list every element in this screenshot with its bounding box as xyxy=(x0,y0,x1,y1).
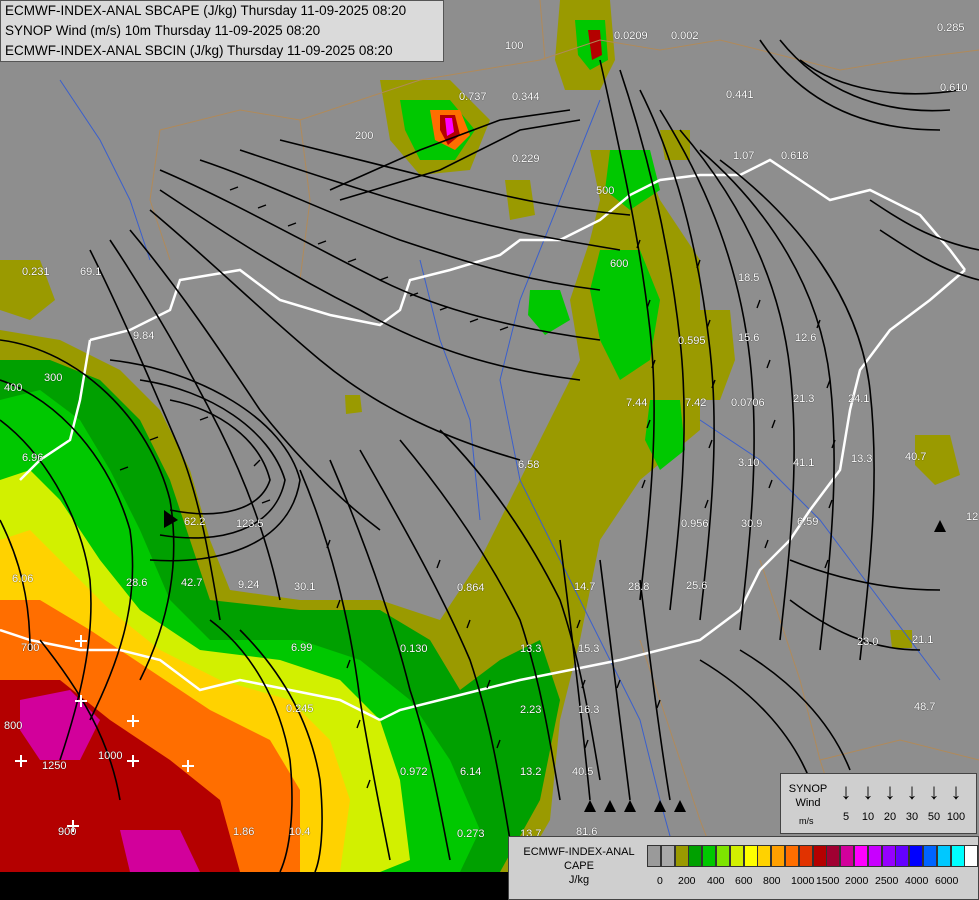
cape-color-swatch xyxy=(798,845,813,867)
cape-color-swatch xyxy=(771,845,786,867)
cape-legend-title-line2: CAPE xyxy=(564,860,594,872)
cape-color-swatch xyxy=(936,845,951,867)
synop-wind-legend: SYNOP Wind m/s ↓ ↓ ↓ ↓ ↓ ↓ 5 10 20 30 50… xyxy=(780,773,977,834)
synop-legend-value: 100 xyxy=(946,811,966,823)
cape-color-swatch xyxy=(757,845,772,867)
cape-color-swatch xyxy=(660,845,675,867)
cape-color-swatch xyxy=(743,845,758,867)
cape-tick-label: 1500 xyxy=(816,875,840,887)
map-canvas xyxy=(0,0,979,900)
cape-tick-label: 6000 xyxy=(935,875,959,887)
synop-legend-title-line2: Wind xyxy=(795,797,821,809)
weather-map: 0.285 0.610 0.0209 0.002 0.737 0.344 0.229 0.44… xyxy=(0,0,979,900)
cape-color-swatch xyxy=(785,845,799,867)
down-arrow-icon: ↓ xyxy=(906,779,918,804)
down-arrow-icon: ↓ xyxy=(884,779,896,804)
cape-color-swatch xyxy=(647,845,661,867)
synop-legend-value: 5 xyxy=(842,811,850,823)
cape-tick-label: 800 xyxy=(763,875,781,887)
cape-color-swatch xyxy=(674,845,689,867)
cape-legend-title-line1: ECMWF-INDEX-ANAL xyxy=(523,846,635,858)
synop-legend-value: 50 xyxy=(927,811,941,823)
synop-legend-title: SYNOP Wind xyxy=(787,782,829,810)
synop-legend-title-line1: SYNOP xyxy=(788,783,828,795)
cape-color-swatch xyxy=(923,845,937,867)
cape-color-swatch xyxy=(950,845,965,867)
down-arrow-icon: ↓ xyxy=(928,779,940,804)
cape-tick-label: 1000 xyxy=(791,875,815,887)
cape-color-swatch xyxy=(964,845,979,867)
cape-color-swatch xyxy=(909,845,924,867)
synop-legend-unit: m/s xyxy=(799,816,814,826)
synop-legend-value: 30 xyxy=(905,811,919,823)
synop-legend-value: 20 xyxy=(883,811,897,823)
cape-color-swatch xyxy=(826,845,841,867)
title-synop-wind: SYNOP Wind (m/s) 10m Thursday 11-09-2025… xyxy=(5,23,321,38)
cape-color-swatch xyxy=(729,845,744,867)
down-arrow-icon: ↓ xyxy=(862,779,874,804)
cape-tick-label: 0 xyxy=(657,875,663,887)
map-title-box: ECMWF-INDEX-ANAL SBCAPE (J/kg) Thursday … xyxy=(0,0,444,62)
cape-color-swatch xyxy=(881,845,896,867)
cape-color-swatch xyxy=(702,845,717,867)
cape-legend-unit: J/kg xyxy=(568,874,590,886)
title-sbcape: ECMWF-INDEX-ANAL SBCAPE (J/kg) Thursday … xyxy=(5,3,407,18)
cape-color-swatch xyxy=(688,845,703,867)
cape-color-swatch xyxy=(854,845,868,867)
cape-color-swatch xyxy=(716,845,730,867)
cape-color-swatch xyxy=(895,845,910,867)
cape-color-swatch xyxy=(867,845,882,867)
down-arrow-icon: ↓ xyxy=(950,779,962,804)
synop-legend-value: 10 xyxy=(861,811,875,823)
cape-color-swatch xyxy=(840,845,855,867)
cape-tick-label: 4000 xyxy=(905,875,929,887)
title-sbcin: ECMWF-INDEX-ANAL SBCIN (J/kg) Thursday 1… xyxy=(5,43,393,58)
cape-legend-title: ECMWF-INDEX-ANAL CAPE J/kg xyxy=(515,845,643,887)
cape-tick-label: 400 xyxy=(707,875,725,887)
cape-tick-label: 2000 xyxy=(845,875,869,887)
down-arrow-icon: ↓ xyxy=(840,779,852,804)
cape-color-legend: ECMWF-INDEX-ANAL CAPE J/kg 0 200 400 600 800… xyxy=(508,836,979,900)
cape-color-swatch xyxy=(812,845,827,867)
cape-tick-label: 200 xyxy=(678,875,696,887)
cape-tick-label: 600 xyxy=(735,875,753,887)
cape-tick-label: 2500 xyxy=(875,875,899,887)
